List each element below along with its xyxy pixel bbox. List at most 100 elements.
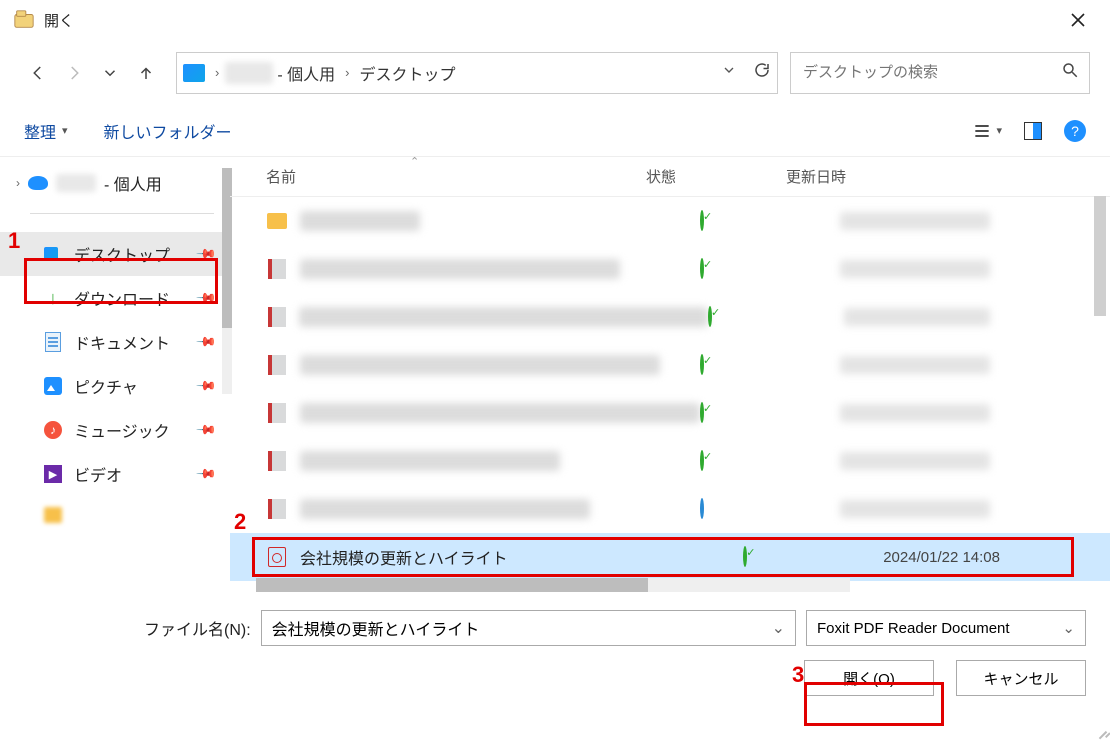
document-icon — [44, 333, 62, 351]
new-folder-button[interactable]: 新しいフォルダー — [104, 119, 232, 143]
filename-value: 会社規模の更新とハイライト — [272, 616, 480, 640]
annotation-label-1: 1 — [8, 228, 20, 254]
file-row-selected[interactable]: 会社規模の更新とハイライト 2024/01/22 14:08 — [230, 533, 1110, 581]
column-name[interactable]: 名前 — [266, 166, 646, 187]
app-icon — [12, 8, 36, 32]
file-row[interactable] — [230, 341, 1110, 389]
file-row[interactable] — [230, 437, 1110, 485]
onedrive-icon — [28, 176, 48, 190]
chevron-right-icon: › — [215, 65, 219, 80]
file-date-redacted — [840, 404, 990, 422]
search-input[interactable] — [801, 63, 1061, 82]
close-button[interactable] — [1058, 0, 1098, 40]
horizontal-scrollbar[interactable] — [256, 578, 850, 592]
sidebar-item-pictures[interactable]: ピクチャ 📌 — [0, 364, 230, 408]
annotation-label-2: 2 — [234, 509, 246, 535]
view-mode-menu[interactable]: ▾ — [972, 121, 1002, 141]
sidebar-item-videos[interactable]: ▶ ビデオ 📌 — [0, 452, 230, 496]
title-bar: 開く — [0, 0, 1110, 40]
sync-status-icon — [700, 260, 840, 278]
divider — [30, 213, 214, 214]
sidebar-label-redacted — [74, 506, 184, 524]
chevron-down-icon: ▾ — [996, 124, 1002, 137]
annotation-label-3: 3 — [792, 662, 804, 688]
pdf-icon — [266, 306, 287, 328]
sidebar-item-documents[interactable]: ドキュメント 📌 — [0, 320, 230, 364]
file-name: 会社規模の更新とハイライト — [300, 545, 508, 569]
file-date: 2024/01/22 14:08 — [883, 549, 1000, 566]
file-row[interactable] — [230, 197, 1110, 245]
resize-grip[interactable] — [1094, 725, 1108, 739]
file-row[interactable] — [230, 293, 1110, 341]
column-date[interactable]: 更新日時 — [786, 166, 846, 187]
column-headers[interactable]: ⌃ 名前 状態 更新日時 — [230, 157, 1110, 197]
footer: ファイル名(N): 会社規模の更新とハイライト ⌄ Foxit PDF Read… — [0, 592, 1110, 708]
chevron-down-icon[interactable]: ⌄ — [772, 618, 785, 638]
sidebar-item-label: ピクチャ — [74, 374, 138, 398]
pdf-icon — [266, 354, 288, 376]
nav-bar: › - 個人用 › デスクトップ — [0, 40, 1110, 105]
file-date-redacted — [840, 260, 990, 278]
sync-status-icon — [700, 404, 840, 422]
file-date-redacted — [844, 308, 990, 326]
sidebar-item-desktop[interactable]: デスクトップ 📌 — [0, 232, 230, 276]
music-icon: ♪ — [44, 421, 62, 439]
folder-icon — [44, 506, 62, 524]
search-icon[interactable] — [1061, 61, 1079, 84]
preview-pane-toggle[interactable] — [1024, 122, 1042, 140]
forward-button[interactable] — [56, 55, 92, 91]
cancel-button[interactable]: キャンセル — [956, 660, 1086, 696]
pin-icon: 📌 — [195, 419, 218, 442]
file-name-redacted — [300, 211, 420, 231]
path-segment-user-redacted — [225, 62, 273, 84]
file-name-redacted — [300, 499, 590, 519]
organize-label: 整理 — [24, 119, 56, 143]
picture-icon — [44, 377, 62, 395]
sync-status-icon — [700, 212, 840, 230]
file-date-redacted — [840, 452, 990, 470]
toolbar: 整理 ▾ 新しいフォルダー ▾ ? — [0, 105, 1110, 157]
pdf-icon — [266, 450, 288, 472]
path-segment-user[interactable]: - 個人用 — [273, 61, 339, 85]
file-row[interactable] — [230, 389, 1110, 437]
location-icon — [183, 64, 205, 82]
sidebar-item-redacted[interactable] — [0, 496, 230, 534]
pin-icon: 📌 — [195, 243, 218, 266]
file-name-redacted — [300, 259, 620, 279]
column-status[interactable]: 状態 — [646, 166, 786, 187]
sidebar-item-downloads[interactable]: ↓ ダウンロード 📌 — [0, 276, 230, 320]
address-bar[interactable]: › - 個人用 › デスクトップ — [176, 52, 778, 94]
path-segment-location[interactable]: デスクトップ — [355, 61, 459, 85]
video-icon: ▶ — [44, 465, 62, 483]
file-row[interactable] — [230, 245, 1110, 293]
chevron-down-icon[interactable]: ⌄ — [1062, 619, 1075, 637]
file-date-redacted — [840, 212, 990, 230]
folder-icon — [266, 210, 288, 232]
refresh-button[interactable] — [753, 61, 771, 84]
open-button[interactable]: 開く(O) — [804, 660, 934, 696]
organize-menu[interactable]: 整理 ▾ — [24, 119, 68, 143]
file-name-redacted — [300, 451, 560, 471]
search-box[interactable] — [790, 52, 1090, 94]
sort-indicator-icon: ⌃ — [410, 157, 419, 168]
recent-dropdown[interactable] — [92, 55, 128, 91]
pin-icon: 📌 — [195, 287, 218, 310]
filetype-select[interactable]: Foxit PDF Reader Document ⌄ — [806, 610, 1086, 646]
chevron-right-icon[interactable]: › — [16, 176, 20, 190]
sidebar-item-label: ビデオ — [74, 462, 122, 486]
pdf-icon — [266, 402, 288, 424]
tree-root-item[interactable]: › - 個人用 — [0, 165, 230, 201]
back-button[interactable] — [20, 55, 56, 91]
sync-status-icon — [708, 308, 844, 326]
sidebar-item-music[interactable]: ♪ ミュージック 📌 — [0, 408, 230, 452]
list-scrollbar[interactable] — [1094, 196, 1106, 530]
download-icon: ↓ — [44, 289, 62, 307]
tree-root-label: - 個人用 — [104, 171, 162, 195]
filename-input[interactable]: 会社規模の更新とハイライト ⌄ — [261, 610, 796, 646]
file-name-redacted — [300, 403, 700, 423]
sync-status-icon — [700, 356, 840, 374]
up-button[interactable] — [128, 55, 164, 91]
address-dropdown[interactable] — [721, 62, 737, 83]
help-button[interactable]: ? — [1064, 120, 1086, 142]
file-row[interactable] — [230, 485, 1110, 533]
